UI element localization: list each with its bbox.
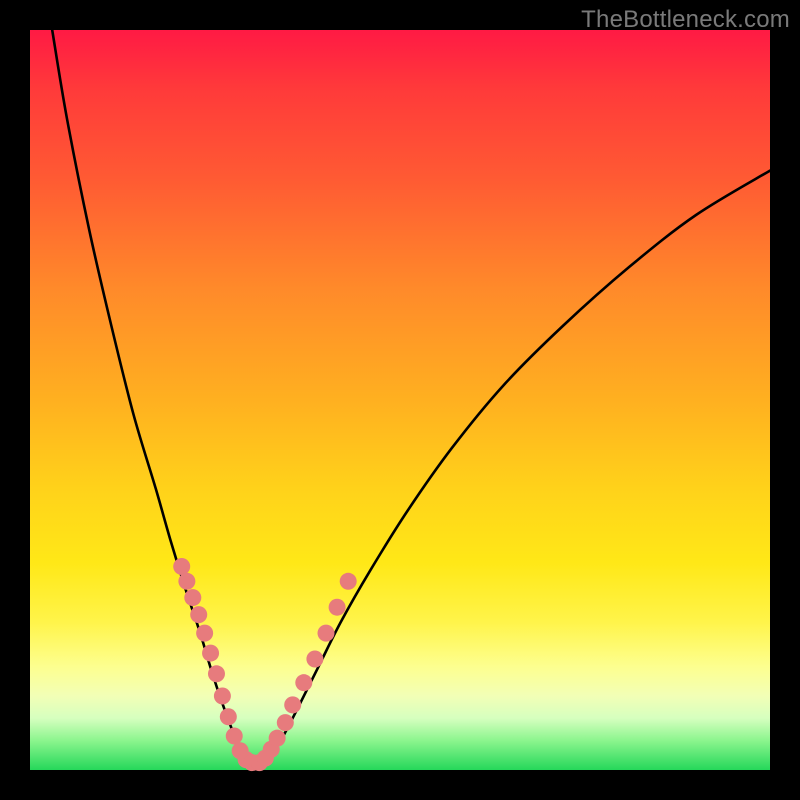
- data-dot: [184, 589, 201, 606]
- bottleneck-curve: [52, 30, 770, 764]
- data-dot: [178, 573, 195, 590]
- plot-area: [30, 30, 770, 770]
- chart-svg: [30, 30, 770, 770]
- data-dot: [196, 625, 213, 642]
- watermark-label: TheBottleneck.com: [581, 6, 790, 34]
- data-dot: [277, 714, 294, 731]
- data-dot: [173, 558, 190, 575]
- data-dot: [220, 708, 237, 725]
- outer-frame: TheBottleneck.com: [0, 0, 800, 800]
- data-dot: [214, 688, 231, 705]
- data-dot: [318, 625, 335, 642]
- data-dot: [269, 730, 286, 747]
- data-dot: [329, 599, 346, 616]
- data-dot: [295, 674, 312, 691]
- data-dot: [340, 573, 357, 590]
- data-dot: [284, 696, 301, 713]
- data-dot: [226, 727, 243, 744]
- data-dot: [190, 606, 207, 623]
- data-dot: [208, 665, 225, 682]
- curve-dots-right: [251, 573, 357, 771]
- data-dot: [202, 645, 219, 662]
- data-dot: [306, 651, 323, 668]
